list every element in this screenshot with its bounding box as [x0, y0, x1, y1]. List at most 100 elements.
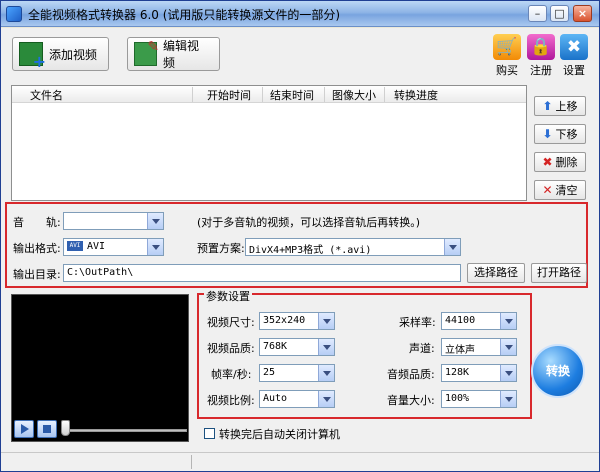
register-label: 注册	[530, 64, 552, 77]
choose-path-button[interactable]: 选择路径	[467, 263, 525, 283]
video-quality-label: 视频品质:	[207, 342, 255, 355]
audio-quality-label: 音频品质:	[387, 368, 435, 381]
fps-value: 25	[263, 367, 276, 378]
window-title: 全能视频格式转换器 6.0 (试用版只能转换源文件的一部分)	[28, 8, 341, 22]
file-list-header: 文件名 开始时间 结束时间 图像大小 转换进度	[12, 86, 526, 103]
register-button[interactable]: 🔒 注册	[524, 34, 558, 78]
chevron-down-icon[interactable]	[318, 313, 334, 329]
chevron-down-icon[interactable]	[444, 239, 460, 255]
preset-label: 预置方案:	[197, 242, 245, 255]
column-header-progress[interactable]: 转换进度	[394, 87, 438, 103]
shutdown-checkbox-label[interactable]: 转换完后自动关闭计算机	[219, 426, 340, 442]
add-video-label: 添加视频	[49, 47, 98, 62]
output-dir-field[interactable]: C:\OutPath\	[63, 264, 461, 282]
aspect-select[interactable]: Auto	[259, 390, 335, 408]
app-icon	[6, 6, 22, 22]
move-up-button[interactable]: ⬆ 上移	[534, 96, 586, 116]
chevron-down-icon[interactable]	[318, 391, 334, 407]
chevron-down-icon[interactable]	[318, 365, 334, 381]
add-video-button[interactable]: 添加视频	[12, 37, 109, 71]
arrow-up-icon: ⬆	[542, 99, 553, 113]
chevron-down-icon[interactable]	[147, 213, 163, 229]
status-divider	[191, 455, 192, 469]
channel-value: 立体声	[445, 345, 475, 356]
edit-video-icon	[134, 39, 159, 66]
volume-select[interactable]: 100%	[441, 390, 517, 408]
column-divider[interactable]	[192, 87, 193, 102]
minimize-button[interactable]: –	[528, 5, 547, 22]
chevron-down-icon[interactable]	[500, 391, 516, 407]
clear-button[interactable]: ✕ 清空	[534, 180, 586, 200]
playback-slider-thumb[interactable]	[61, 420, 70, 436]
stop-button[interactable]	[37, 420, 57, 438]
open-path-button[interactable]: 打开路径	[531, 263, 587, 283]
settings-button[interactable]: ✖ 设置	[557, 34, 591, 78]
edit-video-button[interactable]: 编辑视频	[127, 37, 220, 71]
aspect-value: Auto	[263, 393, 288, 404]
chevron-down-icon[interactable]	[500, 365, 516, 381]
column-header-start[interactable]: 开始时间	[207, 87, 251, 103]
column-divider[interactable]	[262, 87, 263, 102]
format-label: 输出格式:	[13, 242, 61, 255]
clear-label: 清空	[555, 184, 578, 197]
close-button[interactable]: ×	[573, 5, 592, 22]
video-quality-select[interactable]: 768K	[259, 338, 335, 356]
column-header-filename[interactable]: 文件名	[30, 87, 63, 103]
output-dir-label: 输出目录:	[13, 268, 61, 281]
move-up-label: 上移	[555, 100, 578, 113]
audio-quality-select[interactable]: 128K	[441, 364, 517, 382]
audio-track-label: 音 轨:	[13, 216, 61, 229]
fps-label: 帧率/秒:	[211, 368, 252, 381]
buy-label: 购买	[496, 64, 518, 77]
maximize-button[interactable]: □	[550, 5, 569, 22]
channel-label: 声道:	[409, 342, 435, 355]
column-divider[interactable]	[324, 87, 325, 102]
title-bar[interactable]: 全能视频格式转换器 6.0 (试用版只能转换源文件的一部分) – □ ×	[1, 1, 599, 27]
status-bar	[1, 452, 599, 471]
sample-rate-label: 采样率:	[399, 316, 436, 329]
convert-button[interactable]: 转换	[531, 344, 585, 398]
column-divider[interactable]	[384, 87, 385, 102]
preset-select[interactable]: DivX4+MP3格式 (*.avi)	[245, 238, 461, 256]
delete-button[interactable]: ✖ 删除	[534, 152, 586, 172]
chevron-down-icon[interactable]	[147, 239, 163, 255]
chevron-down-icon[interactable]	[500, 313, 516, 329]
column-header-end[interactable]: 结束时间	[270, 87, 314, 103]
format-select[interactable]: AVI AVI	[63, 238, 164, 256]
stop-icon	[43, 425, 51, 433]
move-down-button[interactable]: ⬇ 下移	[534, 124, 586, 144]
clear-icon: ✕	[542, 183, 553, 197]
audio-quality-value: 128K	[445, 367, 470, 378]
video-size-select[interactable]: 352x240	[259, 312, 335, 330]
shutdown-checkbox[interactable]	[204, 428, 215, 439]
column-header-size[interactable]: 图像大小	[332, 87, 376, 103]
buy-button[interactable]: 🛒 购买	[490, 34, 524, 78]
fps-select[interactable]: 25	[259, 364, 335, 382]
audio-track-select[interactable]	[63, 212, 164, 230]
volume-value: 100%	[445, 393, 470, 404]
playback-slider-track[interactable]	[63, 429, 187, 432]
chevron-down-icon[interactable]	[500, 339, 516, 355]
tools-icon: ✖	[560, 34, 588, 60]
sample-rate-select[interactable]: 44100	[441, 312, 517, 330]
delete-label: 删除	[555, 156, 578, 169]
volume-label: 音量大小:	[387, 394, 435, 407]
add-video-icon	[19, 42, 46, 71]
channel-select[interactable]: 立体声	[441, 338, 517, 356]
aspect-label: 视频比例:	[207, 394, 255, 407]
format-text: AVI	[87, 241, 106, 252]
delete-icon: ✖	[542, 155, 553, 169]
lock-icon: 🔒	[527, 34, 555, 60]
settings-label: 设置	[563, 64, 585, 77]
preset-value: DivX4+MP3格式 (*.avi)	[249, 245, 372, 256]
arrow-down-icon: ⬇	[542, 127, 553, 141]
format-value: AVI AVI	[67, 241, 105, 252]
sample-rate-value: 44100	[445, 315, 476, 326]
video-size-value: 352x240	[263, 315, 306, 326]
play-button[interactable]	[14, 420, 34, 438]
chevron-down-icon[interactable]	[318, 339, 334, 355]
avi-format-icon: AVI	[67, 241, 83, 251]
move-down-label: 下移	[555, 128, 578, 141]
file-list[interactable]: 文件名 开始时间 结束时间 图像大小 转换进度	[11, 85, 527, 201]
video-quality-value: 768K	[263, 341, 288, 352]
